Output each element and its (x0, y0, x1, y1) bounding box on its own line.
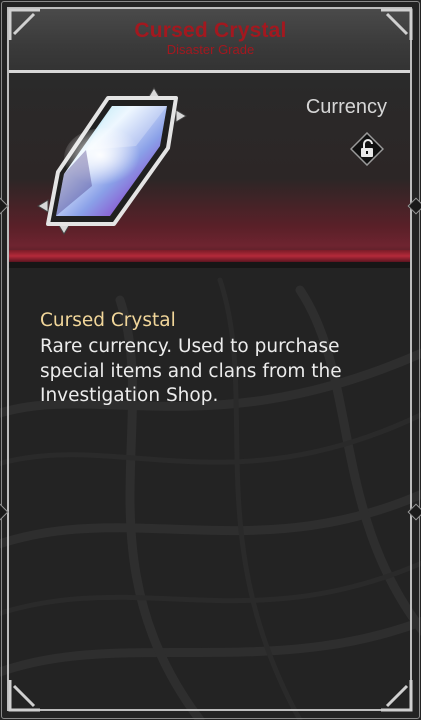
item-detail-card: Cursed Crystal Disaster Grade Currency C… (0, 0, 421, 720)
card-inner-frame (7, 7, 412, 711)
